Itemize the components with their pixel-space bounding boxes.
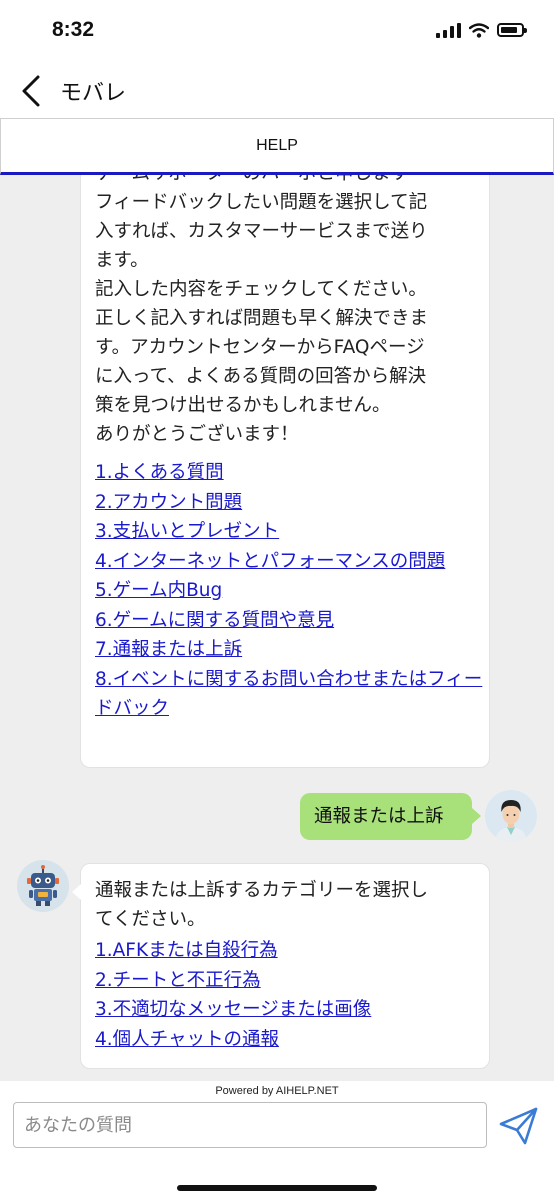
bot-message-bubble: ゲームサポーターのハーボと申します フィードバックしたい問題を選択して記 入すれ… [80, 175, 490, 768]
category-link[interactable]: 3.不適切なメッセージまたは画像 [95, 995, 483, 1025]
bot-message-line: 入すれば、カスタマーサービスまで送り [95, 221, 428, 242]
bot-message-line: フィードバックしたい問題を選択して記 [95, 192, 428, 213]
category-link[interactable]: 2.チートと不正行為 [95, 966, 483, 996]
bot-message-line: 記入した内容をチェックしてください。 [95, 279, 427, 300]
powered-by-label: Powered by AIHELP.NET [0, 1081, 554, 1101]
nav-bar: モバレ [0, 62, 554, 118]
bot-message-line: てください。 [95, 909, 206, 930]
status-bar: 8:32 [0, 0, 554, 62]
bot-message-line: 通報または上訴するカテゴリーを選択し [95, 880, 429, 901]
bot-message-text: 通報または上訴するカテゴリーを選択し てください。 [95, 876, 428, 934]
battery-icon [497, 23, 527, 37]
chat-area[interactable]: ゲームサポーターのハーボと申します フィードバックしたい問題を選択して記 入すれ… [0, 175, 554, 1081]
send-icon [499, 1107, 538, 1145]
user-message-text: 通報または上訴 [314, 806, 444, 827]
user-avatar [485, 790, 537, 842]
status-icons [436, 22, 527, 38]
bot-message-line: ありがとうございます！ [95, 424, 299, 445]
status-time: 8:32 [52, 18, 95, 41]
category-link[interactable]: 1.AFKまたは自殺行為 [95, 936, 483, 966]
bot-message-text: ゲームサポーターのハーボと申します フィードバックしたい問題を選択して記 入すれ… [95, 175, 428, 449]
send-button[interactable] [494, 1101, 544, 1149]
bot-message-line: 正しく記入すれば問題も早く解決できま [95, 308, 429, 329]
help-title: HELP [256, 137, 298, 154]
option-link[interactable]: 1.よくある質問 [95, 458, 483, 488]
back-button[interactable] [14, 68, 54, 112]
bot-message-line: す。アカウントセンターからFAQページ [95, 337, 425, 358]
bot-message-line: に入って、よくある質問の回答から解決 [95, 366, 427, 387]
cellular-signal-icon [436, 22, 461, 38]
chevron-left-icon [22, 75, 40, 107]
question-input[interactable] [13, 1102, 487, 1148]
home-indicator [177, 1185, 377, 1191]
option-links: 1.よくある質問 2.アカウント問題 3.支払いとプレゼント 4.インターネット… [95, 458, 483, 724]
option-link[interactable]: 4.インターネットとパフォーマンスの問題 [95, 547, 483, 577]
bot-avatar [17, 860, 69, 912]
wifi-icon [469, 22, 489, 38]
category-link[interactable]: 4.個人チャットの通報 [95, 1025, 483, 1055]
bot-message-line: ます。 [95, 250, 149, 271]
option-link[interactable]: 2.アカウント問題 [95, 488, 483, 518]
option-link[interactable]: 8.イベントに関するお問い合わせまたはフィードバック [95, 665, 483, 724]
category-links: 1.AFKまたは自殺行為 2.チートと不正行為 3.不適切なメッセージまたは画像… [95, 936, 483, 1054]
bot-message-bubble: 通報または上訴するカテゴリーを選択し てください。 1.AFKまたは自殺行為 2… [72, 863, 490, 1069]
nav-title: モバレ [60, 81, 127, 106]
user-message-bubble: 通報または上訴 [300, 793, 481, 840]
bot-message-line: 策を見つけ出せるかもしれません。 [95, 395, 391, 416]
option-link[interactable]: 7.通報または上訴 [95, 635, 483, 665]
option-link[interactable]: 5.ゲーム内Bug [95, 576, 483, 606]
help-header: HELP [0, 118, 554, 175]
option-link[interactable]: 3.支払いとプレゼント [95, 517, 483, 547]
bot-message-line: ゲームサポーターのハーボと申します [95, 175, 428, 188]
option-link[interactable]: 6.ゲームに関する質問や意見 [95, 606, 483, 636]
input-area [0, 1101, 554, 1200]
